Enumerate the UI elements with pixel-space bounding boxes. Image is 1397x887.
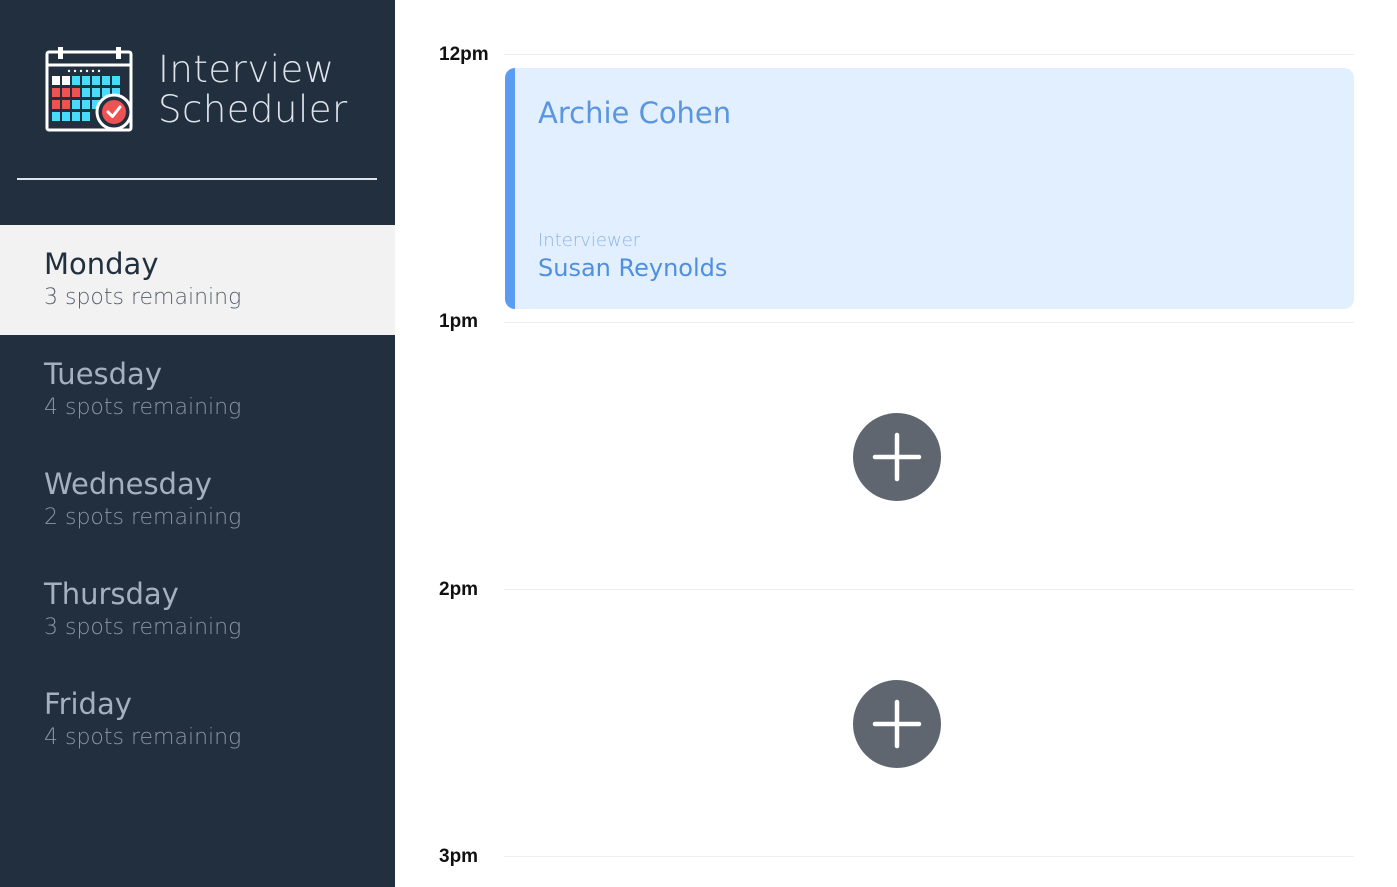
hour-label-1pm: 1pm bbox=[439, 311, 479, 332]
hour-label-12pm: 12pm bbox=[439, 44, 489, 65]
hour-separator bbox=[504, 856, 1354, 857]
day-item-wednesday[interactable]: Wednesday 2 spots remaining bbox=[0, 445, 395, 555]
plus-icon bbox=[872, 699, 922, 749]
interviewer-label: Interviewer bbox=[538, 230, 641, 251]
hour-separator bbox=[504, 589, 1354, 590]
app-title-line1: Interview bbox=[158, 48, 335, 91]
day-list: Monday 3 spots remaining Tuesday 4 spots… bbox=[0, 225, 395, 775]
day-item-monday[interactable]: Monday 3 spots remaining bbox=[0, 225, 395, 335]
hour-label-3pm: 3pm bbox=[439, 846, 479, 867]
sidebar: Interview Scheduler Monday 3 spots remai… bbox=[0, 0, 395, 887]
day-item-friday[interactable]: Friday 4 spots remaining bbox=[0, 665, 395, 775]
schedule: 12pm Archie Cohen Interviewer Susan Reyn… bbox=[395, 0, 1397, 887]
day-spots-remaining: 4 spots remaining bbox=[44, 725, 242, 750]
day-spots-remaining: 4 spots remaining bbox=[44, 395, 242, 420]
appointment-card[interactable]: Archie Cohen Interviewer Susan Reynolds bbox=[505, 68, 1354, 309]
student-name: Archie Cohen bbox=[538, 96, 732, 130]
appointment-accent-bar bbox=[505, 68, 515, 309]
day-spots-remaining: 2 spots remaining bbox=[44, 505, 242, 530]
app: Interview Scheduler Monday 3 spots remai… bbox=[0, 0, 1397, 887]
app-title: Interview Scheduler bbox=[158, 50, 348, 130]
add-appointment-button[interactable] bbox=[853, 680, 941, 768]
day-name: Monday bbox=[44, 247, 159, 281]
day-item-thursday[interactable]: Thursday 3 spots remaining bbox=[0, 555, 395, 665]
plus-icon bbox=[872, 432, 922, 482]
add-appointment-button[interactable] bbox=[853, 413, 941, 501]
hour-separator bbox=[504, 54, 1354, 55]
day-name: Tuesday bbox=[44, 357, 162, 391]
calendar-check-icon bbox=[45, 47, 133, 132]
day-item-tuesday[interactable]: Tuesday 4 spots remaining bbox=[0, 335, 395, 445]
hour-label-2pm: 2pm bbox=[439, 579, 479, 600]
day-name: Wednesday bbox=[44, 467, 212, 501]
interviewer-name: Susan Reynolds bbox=[538, 254, 728, 282]
app-title-line2: Scheduler bbox=[158, 88, 348, 131]
day-name: Friday bbox=[44, 687, 132, 721]
sidebar-divider bbox=[17, 178, 377, 180]
day-name: Thursday bbox=[44, 577, 179, 611]
day-spots-remaining: 3 spots remaining bbox=[44, 615, 242, 640]
day-spots-remaining: 3 spots remaining bbox=[44, 285, 242, 310]
hour-separator bbox=[504, 322, 1354, 323]
